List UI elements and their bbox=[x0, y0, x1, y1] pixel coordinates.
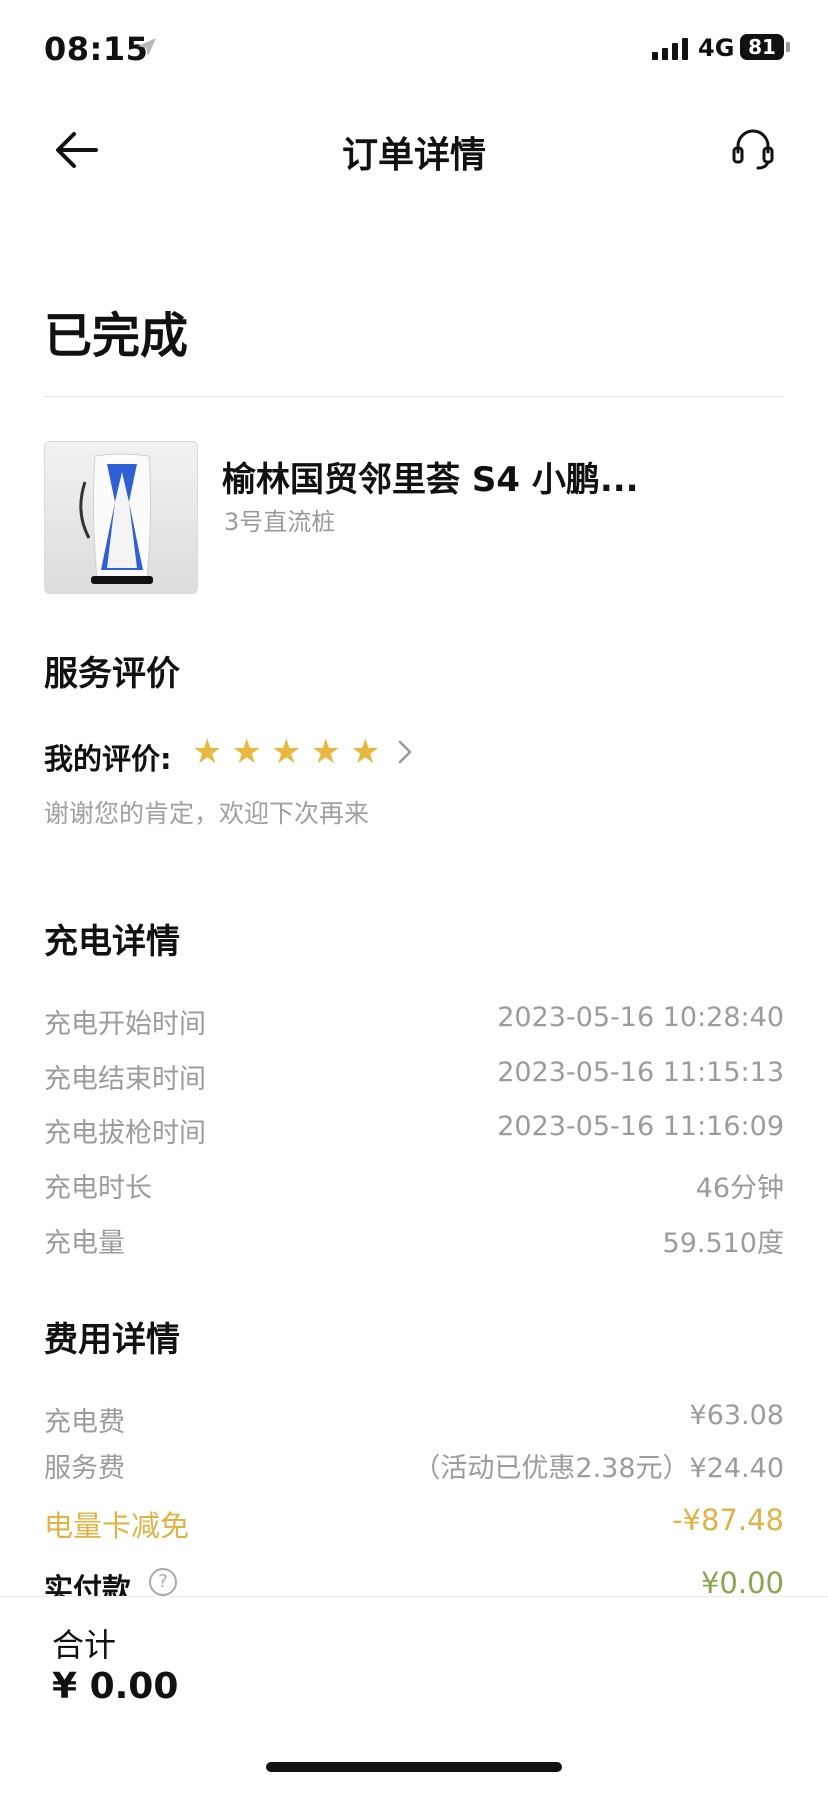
rating-section-title: 服务评价 bbox=[44, 654, 180, 694]
rating-detail-button[interactable] bbox=[396, 738, 414, 770]
battery-icon: 81 bbox=[740, 34, 784, 60]
detail-value: 59.510度 bbox=[662, 1228, 784, 1259]
battery-level: 81 bbox=[748, 35, 776, 59]
home-indicator[interactable] bbox=[266, 1762, 562, 1772]
discount-value: -¥87.48 bbox=[672, 1503, 784, 1537]
total-amount: ¥ 0.00 bbox=[52, 1666, 179, 1707]
charger-image bbox=[44, 441, 198, 594]
detail-label: 充电拔枪时间 bbox=[44, 1118, 206, 1149]
detail-value: 2023-05-16 10:28:40 bbox=[497, 1002, 784, 1033]
detail-value: 46分钟 bbox=[695, 1173, 784, 1204]
signal-icon bbox=[652, 36, 688, 60]
fee-label: 充电费 bbox=[44, 1407, 125, 1438]
fee-label: 服务费 bbox=[44, 1453, 125, 1484]
detail-value: 2023-05-16 11:15:13 bbox=[497, 1057, 784, 1088]
fee-value: （活动已优惠2.38元）¥24.40 bbox=[413, 1453, 784, 1484]
order-status: 已完成 bbox=[44, 308, 189, 364]
network-type: 4G bbox=[698, 34, 735, 62]
status-time: 08:15 bbox=[44, 30, 149, 68]
station-name[interactable]: 榆林国贸邻里荟 S4 小鹏... bbox=[222, 452, 639, 501]
fee-value: ¥63.08 bbox=[689, 1400, 784, 1431]
detail-value: 2023-05-16 11:16:09 bbox=[497, 1111, 784, 1142]
fee-section-title: 费用详情 bbox=[44, 1320, 180, 1360]
location-arrow-icon bbox=[136, 36, 158, 62]
help-icon[interactable]: ? bbox=[149, 1568, 177, 1596]
battery-tip bbox=[786, 42, 790, 52]
rating-label: 我的评价: bbox=[44, 742, 172, 776]
detail-label: 充电量 bbox=[44, 1228, 125, 1259]
chevron-right-icon bbox=[398, 740, 412, 764]
detail-label: 充电时长 bbox=[44, 1173, 152, 1204]
detail-label: 充电结束时间 bbox=[44, 1064, 206, 1095]
discount-label: 电量卡减免 bbox=[44, 1509, 190, 1543]
total-label: 合计 bbox=[52, 1626, 117, 1664]
paid-value: ¥0.00 bbox=[700, 1566, 784, 1600]
rating-message: 谢谢您的肯定，欢迎下次再来 bbox=[44, 799, 370, 828]
star-icon: ★ bbox=[270, 732, 302, 772]
star-icon: ★ bbox=[231, 732, 262, 772]
star-icon: ★ bbox=[310, 732, 341, 772]
detail-label: 充电开始时间 bbox=[44, 1009, 206, 1040]
page-title: 订单详情 bbox=[341, 135, 486, 176]
star-icon: ★ bbox=[192, 732, 223, 772]
customer-service-button[interactable] bbox=[730, 126, 776, 176]
divider bbox=[44, 396, 784, 397]
rating-stars[interactable]: ★ ★ ★ ★ ★ bbox=[192, 734, 380, 770]
headset-icon bbox=[732, 129, 774, 170]
pile-number: 3号直流桩 bbox=[224, 508, 336, 536]
star-icon: ★ bbox=[349, 732, 381, 772]
charging-section-title: 充电详情 bbox=[44, 922, 180, 962]
